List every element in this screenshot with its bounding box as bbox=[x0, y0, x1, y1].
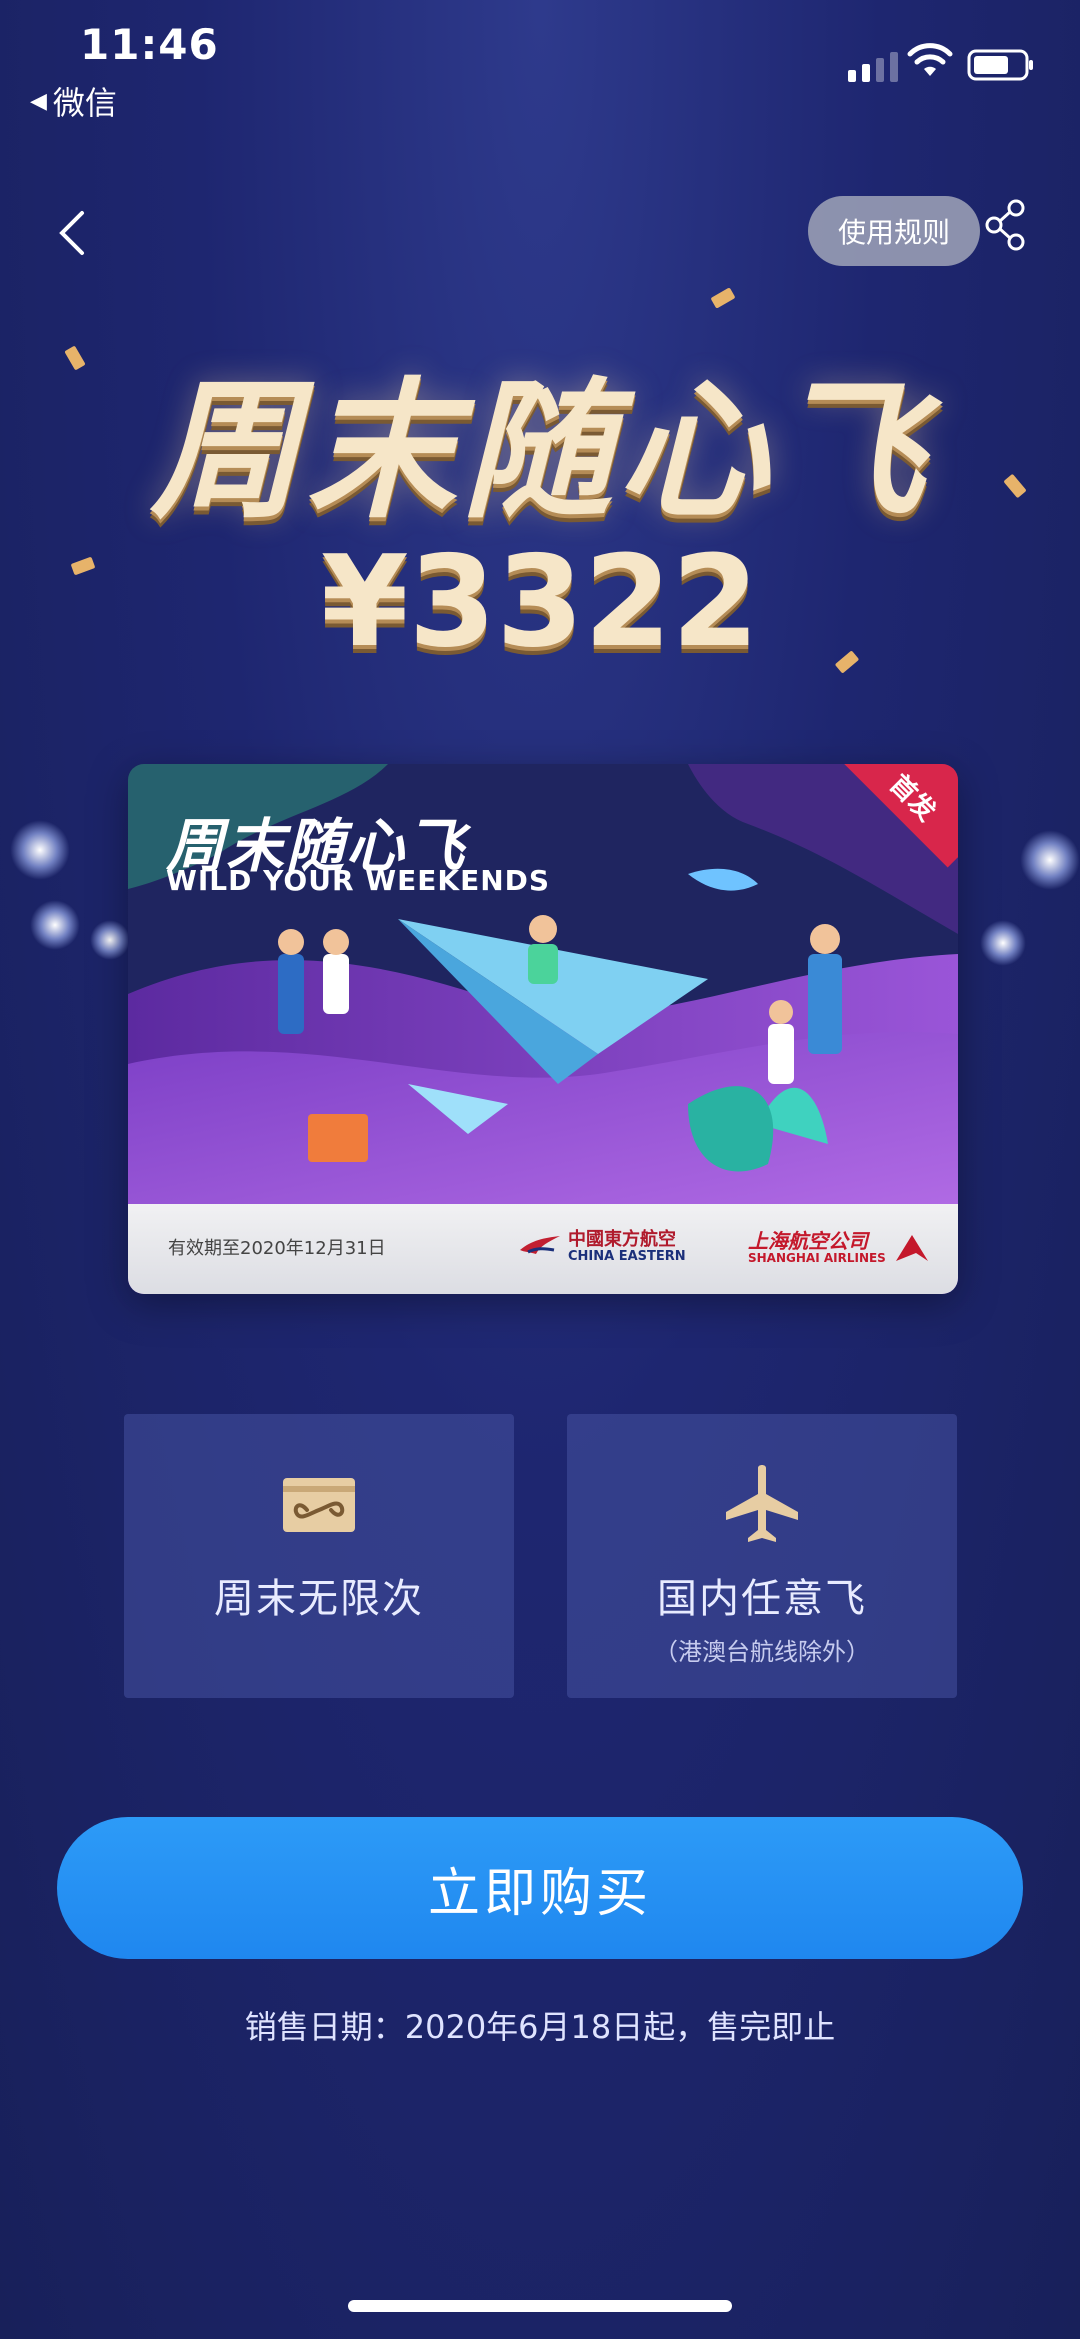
confetti-icon bbox=[710, 287, 736, 309]
china-eastern-cn: 中國東方航空 bbox=[568, 1229, 676, 1250]
home-indicator[interactable] bbox=[348, 2300, 732, 2312]
hero-title: 周末随心飞 bbox=[149, 365, 930, 539]
share-icon[interactable] bbox=[984, 198, 1028, 252]
light-sparkle-icon bbox=[10, 820, 70, 880]
light-sparkle-icon bbox=[980, 920, 1026, 966]
feature-label-domestic: 国内任意飞 bbox=[657, 1576, 867, 1622]
usage-rules-button[interactable]: 使用规则 bbox=[808, 196, 980, 266]
card-subtitle: WILD YOUR WEEKENDS bbox=[166, 864, 551, 897]
light-sparkle-icon bbox=[90, 920, 130, 960]
light-sparkle-icon bbox=[30, 900, 80, 950]
back-triangle-icon: ◀ bbox=[30, 88, 47, 114]
sale-date-text: 销售日期：2020年6月18日起，售完即止 bbox=[244, 2008, 836, 2046]
feature-tile-domestic: 国内任意飞 （港澳台航线除外） bbox=[567, 1414, 957, 1698]
shanghai-airlines-crane-icon bbox=[895, 1234, 928, 1261]
back-arrow-icon[interactable] bbox=[52, 205, 92, 261]
wifi-icon bbox=[907, 43, 953, 76]
feature-label-unlimited: 周末无限次 bbox=[214, 1576, 424, 1622]
buy-now-button[interactable]: 立即购买 bbox=[57, 1817, 1023, 1959]
light-sparkle-icon bbox=[1020, 830, 1080, 890]
back-app-label: 微信 bbox=[52, 84, 117, 122]
status-time: 11:46 bbox=[80, 20, 219, 69]
airplane-icon bbox=[726, 1465, 798, 1542]
shanghai-airlines-cn: 上海航空公司 bbox=[748, 1229, 868, 1253]
card-validity: 有效期至2020年12月31日 bbox=[168, 1238, 386, 1259]
battery-icon bbox=[967, 49, 1033, 81]
membership-card: 首发 周末随心飞 WILD YOUR WEEKENDS 有效期至2020年12月… bbox=[128, 764, 958, 1294]
hero-price: ¥3322 bbox=[320, 528, 760, 675]
feature-tile-unlimited: 周末无限次 bbox=[124, 1414, 514, 1698]
signal-icon bbox=[848, 50, 898, 82]
back-to-app-link[interactable]: ◀ 微信 bbox=[30, 78, 117, 124]
feature-note-domestic: （港澳台航线除外） bbox=[654, 1638, 870, 1666]
infinity-card-icon bbox=[283, 1478, 355, 1532]
china-eastern-logo: 中國東方航空 CHINA EASTERN bbox=[518, 1230, 686, 1264]
china-eastern-swallow-icon bbox=[520, 1236, 560, 1255]
china-eastern-en: CHINA EASTERN bbox=[568, 1248, 686, 1264]
shanghai-airlines-logo: 上海航空公司 SHANGHAI AIRLINES bbox=[748, 1230, 932, 1265]
shanghai-airlines-en: SHANGHAI AIRLINES bbox=[748, 1251, 886, 1265]
